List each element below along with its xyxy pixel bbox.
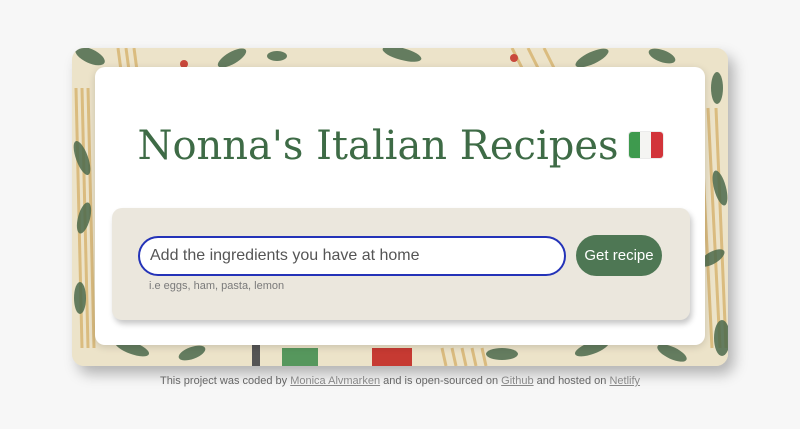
input-hint: i.e eggs, ham, pasta, lemon [149, 280, 285, 292]
italy-flag-icon [628, 132, 663, 158]
ingredients-search-input[interactable] [138, 236, 566, 276]
netlify-link[interactable]: Netlify [609, 375, 640, 387]
footer-text-2: and is open-sourced on [383, 375, 499, 387]
flag-green-stripe [628, 132, 640, 158]
flag-white-stripe [639, 132, 652, 158]
page-title-text: Nonna's Italian Recipes [137, 123, 619, 169]
search-form: i.e eggs, ham, pasta, lemon Get recipe [112, 208, 690, 320]
flag-red-stripe [651, 132, 663, 158]
footer-text-3: and hosted on [536, 375, 607, 387]
github-link[interactable]: Github [501, 375, 533, 387]
get-recipe-button[interactable]: Get recipe [576, 235, 662, 276]
footer-text-1: This project was coded by [159, 375, 288, 387]
page-title: Nonna's Italian Recipes [95, 123, 705, 169]
footer: This project was coded by Monica Alvmark… [0, 375, 800, 387]
author-link[interactable]: Monica Alvmarken [290, 375, 380, 387]
